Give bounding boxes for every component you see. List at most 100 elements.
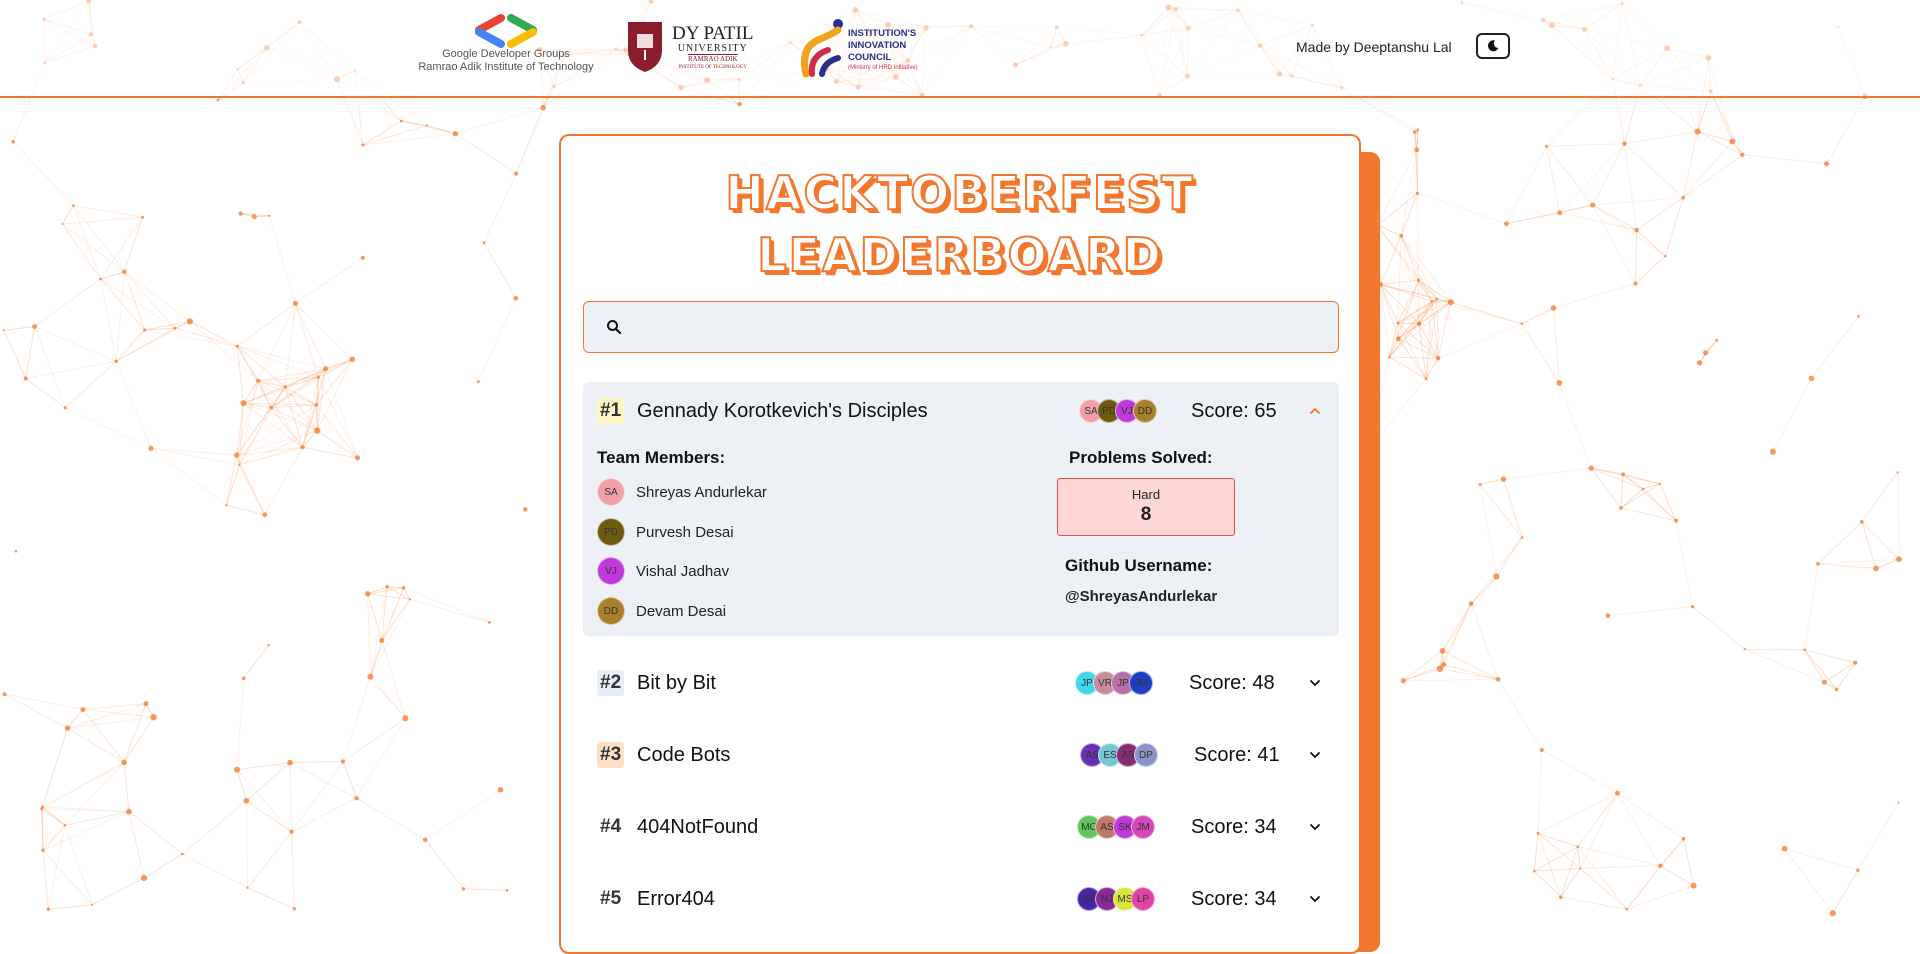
network-edge xyxy=(1443,604,1472,651)
dy-patil-logo: DY PATIL UNIVERSITY RAMRAO ADIK INSTITUT… xyxy=(626,20,762,74)
network-edge xyxy=(1547,146,1560,213)
search-bar xyxy=(583,301,1339,353)
team-header[interactable]: #3 Code Bots ASESASDP Score: 41 xyxy=(583,726,1339,784)
network-edge xyxy=(285,359,352,387)
network-edge xyxy=(1621,489,1643,508)
avatar: LP xyxy=(1131,887,1155,911)
network-node xyxy=(141,216,144,219)
network-node xyxy=(423,837,428,842)
member-name: Vishal Jadhav xyxy=(636,563,729,580)
network-edge xyxy=(401,121,427,125)
github-username[interactable]: @ShreyasAndurlekar xyxy=(1065,588,1217,605)
team-header[interactable]: #2 Bit by Bit JPVRJPJM Score: 48 xyxy=(583,654,1339,712)
network-node xyxy=(361,144,364,147)
gdg-brackets-icon xyxy=(471,14,541,48)
network-node xyxy=(1857,315,1860,318)
network-edge xyxy=(62,217,142,224)
iic-line2: INNOVATION xyxy=(848,40,918,52)
network-node xyxy=(1860,520,1864,524)
network-node xyxy=(293,907,296,910)
network-node xyxy=(268,215,270,217)
team-header[interactable]: #5 Error404 SPNJMSLP Score: 34 xyxy=(583,870,1339,928)
network-edge xyxy=(1534,871,1560,897)
network-node xyxy=(72,204,75,207)
network-edge xyxy=(1617,793,1683,839)
network-edge xyxy=(368,594,382,641)
network-edge xyxy=(1818,564,1876,569)
network-node xyxy=(341,759,345,763)
network-edge xyxy=(1684,839,1694,886)
member-row: DD Devam Desai xyxy=(597,597,726,625)
network-node xyxy=(409,598,411,600)
network-edge xyxy=(65,762,124,825)
team-row[interactable]: #4 404NotFound MCASSKJM Score: 34 xyxy=(583,798,1339,856)
network-edge xyxy=(370,677,405,718)
network-node xyxy=(315,403,318,406)
network-edge xyxy=(1401,236,1437,299)
network-edge xyxy=(1818,559,1899,564)
network-edge xyxy=(455,134,516,174)
network-node xyxy=(1633,281,1637,285)
network-edge xyxy=(370,588,403,677)
network-edge xyxy=(404,588,490,623)
network-node xyxy=(122,269,127,274)
network-edge xyxy=(151,448,237,455)
team-row[interactable]: #5 Error404 SPNJMSLP Score: 34 xyxy=(583,870,1339,928)
team-row[interactable]: #2 Bit by Bit JPVRJPJM Score: 48 xyxy=(583,654,1339,712)
network-edge xyxy=(382,587,387,641)
network-edge xyxy=(357,718,406,798)
network-node xyxy=(354,796,358,800)
network-node xyxy=(300,445,304,449)
network-edge xyxy=(124,272,144,330)
network-edge xyxy=(1547,144,1625,147)
network-edge xyxy=(1773,378,1812,451)
network-edge xyxy=(290,763,357,799)
chevron-down-icon[interactable] xyxy=(1309,893,1321,905)
network-edge xyxy=(237,678,244,769)
hard-problems-box: Hard 8 xyxy=(1057,478,1235,536)
network-edge xyxy=(1419,280,1420,323)
network-edge xyxy=(370,599,409,676)
dyp-sub2: RAMRAO ADIK xyxy=(688,54,738,64)
network-edge xyxy=(1398,339,1438,358)
search-input[interactable] xyxy=(636,310,1320,346)
network-edge xyxy=(246,801,247,888)
network-node xyxy=(1440,648,1446,654)
network-edge xyxy=(35,326,117,361)
network-node xyxy=(15,550,18,553)
network-edge xyxy=(35,279,101,326)
page-title: HACKTOBERFEST LEADERBOARD xyxy=(561,162,1359,286)
network-edge xyxy=(65,408,151,448)
team-header[interactable]: #1 Gennady Korotkevich's Disciples SAPDV… xyxy=(583,382,1339,440)
network-edge xyxy=(292,798,357,831)
chevron-down-icon[interactable] xyxy=(1309,749,1321,761)
network-edge xyxy=(1506,213,1559,224)
team-rank: #2 xyxy=(597,670,624,696)
theme-toggle-button[interactable] xyxy=(1476,33,1510,59)
chevron-up-icon[interactable] xyxy=(1309,405,1321,417)
network-edge xyxy=(484,243,516,299)
network-edge xyxy=(1660,484,1676,521)
network-node xyxy=(402,715,408,721)
network-node xyxy=(1579,867,1581,869)
network-node xyxy=(24,376,28,380)
network-node xyxy=(1551,305,1557,311)
network-node xyxy=(540,105,546,111)
network-edge xyxy=(92,878,144,905)
network-node xyxy=(379,638,384,643)
network-node xyxy=(47,908,50,911)
network-node xyxy=(1469,601,1474,606)
network-edge xyxy=(226,505,264,515)
network-node xyxy=(246,887,248,889)
team-score: Score: 65 xyxy=(1191,398,1277,424)
title-line-1: HACKTOBERFEST xyxy=(561,162,1359,224)
chevron-down-icon[interactable] xyxy=(1309,821,1321,833)
team-header[interactable]: #4 404NotFound MCASSKJM Score: 34 xyxy=(583,798,1339,856)
team-row[interactable]: #1 Gennady Korotkevich's Disciples SAPDV… xyxy=(583,382,1339,636)
team-row[interactable]: #3 Code Bots ASESASDP Score: 41 xyxy=(583,726,1339,784)
network-edge xyxy=(368,594,410,599)
chevron-down-icon[interactable] xyxy=(1309,677,1321,689)
network-edge xyxy=(190,321,258,380)
network-edge xyxy=(124,217,142,271)
network-edge xyxy=(1538,793,1617,833)
